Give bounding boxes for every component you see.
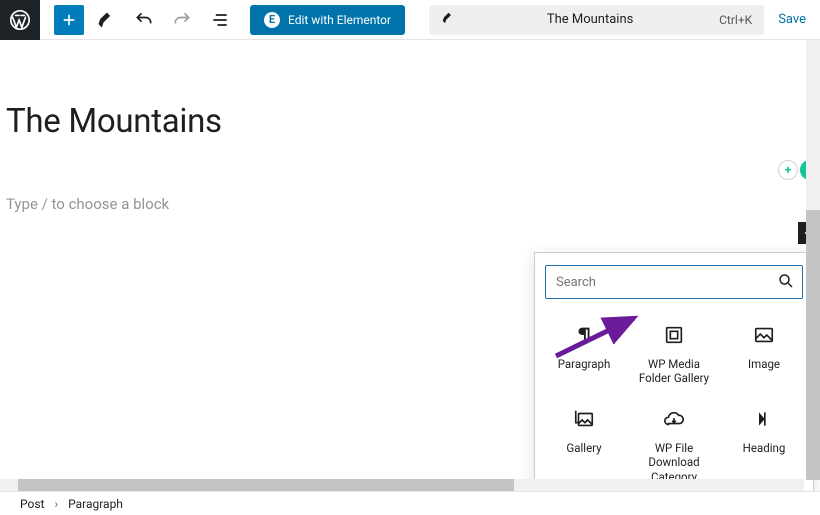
block-label: WP Media Folder Gallery bbox=[633, 357, 715, 387]
block-placeholder[interactable]: Type / to choose a block bbox=[6, 195, 820, 213]
block-label: Gallery bbox=[566, 441, 601, 471]
pen-icon[interactable] bbox=[90, 4, 122, 36]
vertical-scrollbar-thumb[interactable] bbox=[806, 210, 820, 480]
breadcrumb-current[interactable]: Paragraph bbox=[68, 497, 123, 511]
paragraph-icon bbox=[572, 323, 596, 347]
document-title-text: The Mountains bbox=[461, 12, 719, 27]
block-label: Paragraph bbox=[558, 357, 611, 387]
search-icon bbox=[777, 272, 795, 294]
grammarly-add-icon[interactable]: + bbox=[778, 160, 798, 180]
chevron-right-icon: › bbox=[54, 497, 58, 511]
cloud-download-icon bbox=[662, 407, 686, 431]
details-icon[interactable] bbox=[204, 4, 236, 36]
document-title-pill[interactable]: The Mountains Ctrl+K bbox=[429, 5, 764, 35]
block-inserter-popover: Paragraph WP Media Folder Gallery Image … bbox=[534, 252, 814, 491]
image-icon bbox=[752, 323, 776, 347]
add-block-button[interactable] bbox=[54, 5, 84, 35]
block-label: Image bbox=[748, 357, 780, 387]
block-gallery[interactable]: Gallery bbox=[539, 397, 629, 491]
block-paragraph[interactable]: Paragraph bbox=[539, 313, 629, 397]
post-title[interactable]: The Mountains bbox=[6, 102, 820, 141]
gallery-icon bbox=[572, 407, 596, 431]
breadcrumb: Post › Paragraph bbox=[0, 491, 820, 515]
top-toolbar: E Edit with Elementor The Mountains Ctrl… bbox=[0, 0, 820, 40]
block-label: Heading bbox=[743, 441, 786, 471]
wordpress-logo[interactable] bbox=[0, 0, 40, 40]
horizontal-scrollbar-thumb[interactable] bbox=[18, 479, 514, 491]
block-heading[interactable]: Heading bbox=[719, 397, 809, 491]
search-input[interactable] bbox=[545, 265, 803, 299]
wp-media-folder-icon bbox=[662, 323, 686, 347]
shortcut-hint: Ctrl+K bbox=[719, 13, 752, 27]
inserter-search-wrap bbox=[545, 265, 803, 299]
save-draft-link[interactable]: Save bbox=[778, 12, 806, 27]
heading-icon bbox=[752, 407, 776, 431]
block-grid: Paragraph WP Media Folder Gallery Image … bbox=[535, 303, 813, 491]
edit-with-elementor-button[interactable]: E Edit with Elementor bbox=[250, 5, 405, 35]
elementor-button-label: Edit with Elementor bbox=[288, 13, 391, 27]
editor-canvas: The Mountains Type / to choose a block +… bbox=[0, 40, 820, 491]
block-wp-media-folder-gallery[interactable]: WP Media Folder Gallery bbox=[629, 313, 719, 397]
pen-small-icon bbox=[441, 10, 455, 29]
block-label: WP File Download Category bbox=[633, 441, 715, 484]
block-wp-file-download-category[interactable]: WP File Download Category bbox=[629, 397, 719, 491]
block-image[interactable]: Image bbox=[719, 313, 809, 397]
breadcrumb-root[interactable]: Post bbox=[20, 497, 44, 511]
redo-icon[interactable] bbox=[166, 4, 198, 36]
undo-icon[interactable] bbox=[128, 4, 160, 36]
elementor-logo-icon: E bbox=[264, 12, 280, 28]
